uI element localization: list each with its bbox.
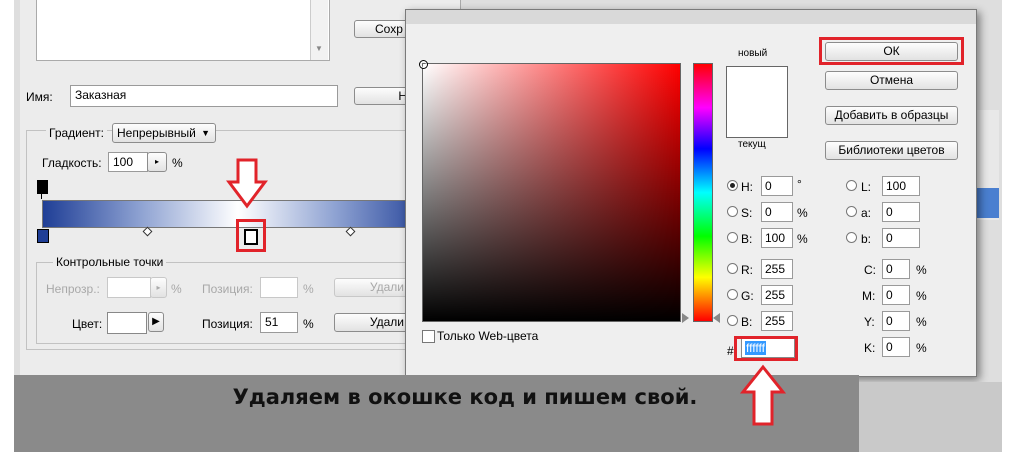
hex-label: # <box>727 344 734 358</box>
smoothness-input[interactable]: 100 <box>108 152 148 172</box>
color-picker-cursor <box>419 60 428 69</box>
smoothness-label: Гладкость: <box>42 156 102 170</box>
web-only-checkbox[interactable] <box>422 330 435 343</box>
delete-color-stop-button[interactable]: Удали <box>334 313 409 332</box>
opacity-input[interactable] <box>107 277 151 298</box>
blue-label: B: <box>741 315 753 329</box>
instruction-caption: Удаляем в окошке код и пишем свой. <box>232 385 698 409</box>
name-label: Имя: <box>26 90 53 104</box>
name-input[interactable]: Заказная <box>70 85 338 107</box>
black-input[interactable]: 0 <box>882 337 910 357</box>
arrow-down-annotation-icon <box>226 158 268 209</box>
blue-input[interactable]: 255 <box>761 311 793 331</box>
gradient-type-dropdown[interactable]: Непрерывный ▼ <box>112 123 216 143</box>
opacity-position-input[interactable] <box>260 277 298 298</box>
hue-slider-right-handle-icon[interactable] <box>713 313 720 323</box>
yellow-unit: % <box>916 315 927 329</box>
lab-b-label: b: <box>861 232 872 246</box>
opacity-stop-left[interactable] <box>37 180 48 194</box>
saturation-input[interactable]: 0 <box>761 202 793 222</box>
cyan-label: C: <box>864 263 876 277</box>
hue-slider-left-handle-icon[interactable] <box>682 313 689 323</box>
color-stop-swatch[interactable] <box>107 312 147 334</box>
opacity-stepper[interactable]: ▸ <box>150 277 167 298</box>
yellow-input[interactable]: 0 <box>882 311 910 331</box>
new-current-color-swatch[interactable] <box>726 66 788 138</box>
current-color-label: текущ <box>738 139 766 150</box>
color-libraries-button[interactable]: Библиотеки цветов <box>825 141 958 160</box>
hue-label: H: <box>741 180 753 194</box>
cyan-unit: % <box>916 263 927 277</box>
hue-unit: ° <box>797 177 802 191</box>
opacity-label: Непрозр.: <box>46 282 100 296</box>
saturation-unit: % <box>797 206 808 220</box>
magenta-unit: % <box>916 289 927 303</box>
hue-slider[interactable] <box>693 63 713 322</box>
color-position-label: Позиция: <box>202 317 253 331</box>
color-label: Цвет: <box>72 317 103 331</box>
black-unit: % <box>916 341 927 355</box>
radio-red[interactable] <box>727 263 738 274</box>
gradient-editor-window: ▼ Сохр Имя: Заказная Н Градиент: Непреры… <box>20 0 461 378</box>
black-label: K: <box>864 341 876 355</box>
add-to-swatches-button[interactable]: Добавить в образцы <box>825 106 958 125</box>
gradient-type-value: Непрерывный <box>117 126 196 140</box>
delete-opacity-stop-button[interactable]: Удали <box>334 278 409 297</box>
color-picker-titlebar <box>406 10 976 24</box>
radio-green[interactable] <box>727 289 738 300</box>
opacity-stop-left-stem <box>41 192 42 199</box>
color-stop-left[interactable] <box>37 229 49 243</box>
green-input[interactable]: 255 <box>761 285 793 305</box>
radio-brightness[interactable] <box>727 232 738 243</box>
web-only-label: Только Web-цвета <box>437 329 539 343</box>
magenta-label: M: <box>862 289 876 303</box>
opacity-unit: % <box>171 282 182 296</box>
green-label: G: <box>741 289 754 303</box>
lab-l-input[interactable]: 100 <box>882 176 920 196</box>
gradient-type-label: Градиент: <box>46 126 108 140</box>
lab-a-label: a: <box>861 206 872 220</box>
smoothness-unit: % <box>172 156 183 170</box>
control-points-title: Контрольные точки <box>53 255 167 269</box>
radio-blue[interactable] <box>727 315 738 326</box>
chevron-down-icon: ▼ <box>201 128 210 138</box>
brightness-label: B: <box>741 232 753 246</box>
radio-saturation[interactable] <box>727 206 738 217</box>
ok-button-highlight <box>819 37 964 65</box>
lab-l-label: L: <box>861 180 872 194</box>
radio-lab-b[interactable] <box>846 232 857 243</box>
bottom-light-area <box>859 382 1002 452</box>
brightness-unit: % <box>797 232 808 246</box>
radio-lab-l[interactable] <box>846 180 857 191</box>
background-panel-blue <box>975 188 999 218</box>
color-stop-menu-button[interactable]: ▶ <box>148 312 164 332</box>
scroll-down-icon[interactable]: ▼ <box>315 44 323 53</box>
yellow-label: Y: <box>864 315 875 329</box>
radio-hue[interactable] <box>727 180 738 191</box>
color-position-input[interactable]: 51 <box>260 312 298 333</box>
lab-b-input[interactable]: 0 <box>882 228 920 248</box>
hex-input-highlight <box>734 336 798 361</box>
lab-a-input[interactable]: 0 <box>882 202 920 222</box>
red-label: R: <box>741 263 753 277</box>
smoothness-stepper[interactable]: ▸ <box>147 152 167 172</box>
saturation-label: S: <box>741 206 753 220</box>
new-color-label: новый <box>738 48 768 59</box>
color-position-unit: % <box>303 317 314 331</box>
hue-input[interactable]: 0 <box>761 176 793 196</box>
red-input[interactable]: 255 <box>761 259 793 279</box>
saturation-brightness-field[interactable] <box>422 63 681 322</box>
magenta-input[interactable]: 0 <box>882 285 910 305</box>
cancel-button[interactable]: Отмена <box>825 71 958 90</box>
cyan-input[interactable]: 0 <box>882 259 910 279</box>
brightness-input[interactable]: 100 <box>761 228 793 248</box>
opacity-position-label: Позиция: <box>202 282 253 296</box>
selected-stop-highlight <box>236 219 266 252</box>
arrow-up-annotation-icon <box>740 364 786 426</box>
color-picker-dialog: новый текущ ОК Отмена Добавить в образцы… <box>405 9 977 377</box>
opacity-position-unit: % <box>303 282 314 296</box>
presets-list[interactable] <box>36 0 330 61</box>
radio-lab-a[interactable] <box>846 206 857 217</box>
